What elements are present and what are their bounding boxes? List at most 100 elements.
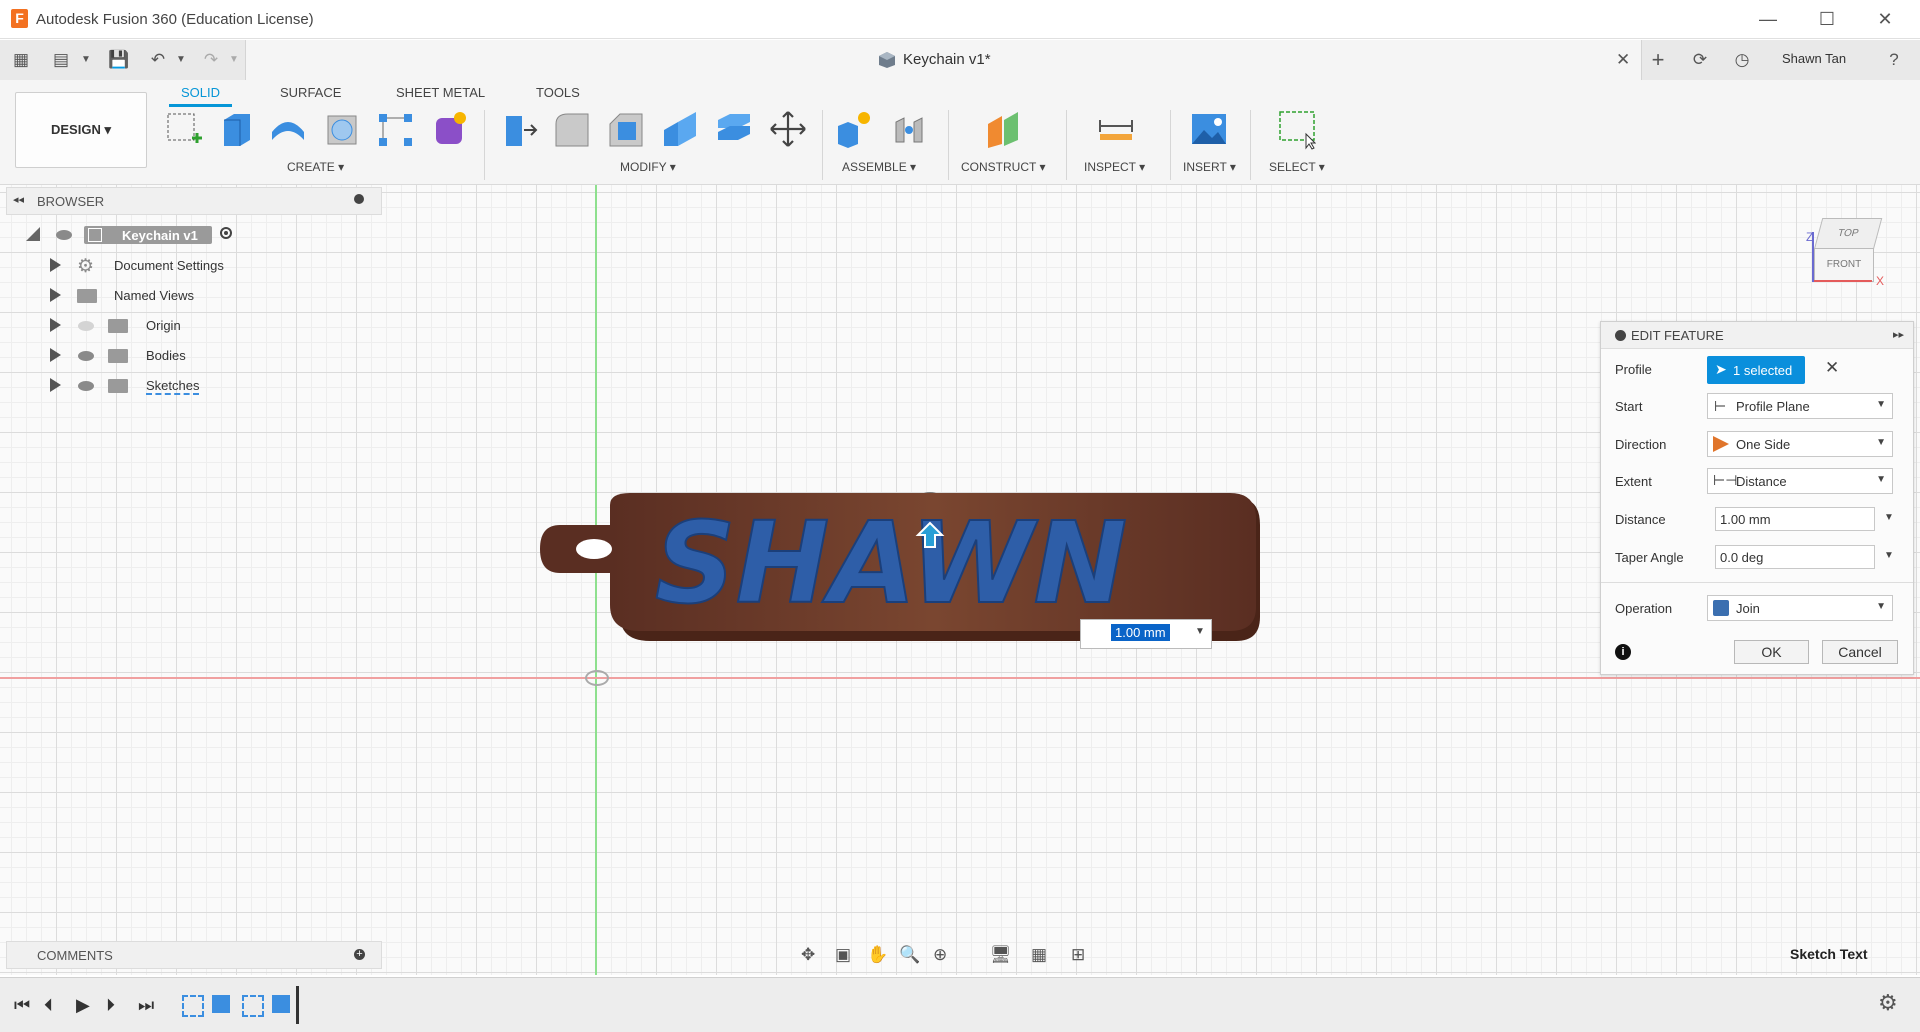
- tree-item-document-settings[interactable]: ⚙ Document Settings: [0, 254, 380, 278]
- chamfer-icon[interactable]: [606, 108, 644, 150]
- close-window-icon[interactable]: ✕: [1865, 6, 1905, 32]
- timeline-sketch-icon[interactable]: [182, 995, 204, 1017]
- fillet-icon[interactable]: [552, 108, 590, 150]
- data-panel-grid-icon[interactable]: ▦: [10, 49, 32, 71]
- hole-icon[interactable]: [322, 108, 360, 150]
- file-dropdown-icon[interactable]: ▼: [75, 49, 97, 71]
- tab-tools[interactable]: TOOLS: [536, 85, 580, 100]
- play-icon[interactable]: ▶: [76, 995, 90, 1016]
- last-step-icon[interactable]: ⏭: [138, 995, 154, 1016]
- redo-dropdown-icon[interactable]: ▼: [223, 49, 245, 71]
- tree-root[interactable]: Keychain v1: [0, 223, 380, 247]
- tab-sheet-metal[interactable]: SHEET METAL: [396, 85, 485, 100]
- add-comment-icon[interactable]: +: [354, 949, 365, 960]
- grid-settings-icon[interactable]: ▦: [1031, 945, 1047, 965]
- pan-icon[interactable]: ✋: [867, 945, 888, 965]
- distance-dimension-box[interactable]: 1.00 mm ▼: [1080, 619, 1212, 649]
- look-at-icon[interactable]: ▣: [835, 945, 851, 965]
- timeline-marker[interactable]: [296, 986, 299, 1024]
- gear-icon[interactable]: ⚙: [1878, 990, 1898, 1016]
- combine-icon[interactable]: [714, 108, 752, 150]
- collapse-panel-icon[interactable]: ◂◂: [13, 193, 24, 206]
- zoom-icon[interactable]: 🔍: [899, 945, 920, 965]
- timeline-sketch-icon[interactable]: [242, 995, 264, 1017]
- operation-dropdown[interactable]: Join ▼: [1707, 595, 1893, 621]
- cancel-button[interactable]: Cancel: [1822, 640, 1898, 664]
- help-icon[interactable]: ?: [1883, 49, 1905, 71]
- viewcube[interactable]: TOP FRONT X Z: [1806, 212, 1890, 292]
- measure-icon[interactable]: [1096, 108, 1134, 150]
- display-settings-icon[interactable]: 🖥: [990, 945, 1012, 965]
- tab-solid[interactable]: SOLID: [168, 85, 233, 107]
- insert-group-label[interactable]: INSERT ▾: [1183, 160, 1236, 174]
- select-group-label[interactable]: SELECT ▾: [1269, 160, 1325, 174]
- expand-dialog-icon[interactable]: ▸▸: [1893, 328, 1904, 341]
- extent-dropdown[interactable]: ⊢⊣ Distance ▼: [1707, 468, 1893, 494]
- expand-arrow-icon[interactable]: [50, 378, 61, 392]
- orbit-icon[interactable]: ✥: [801, 945, 815, 965]
- direction-dropdown[interactable]: One Side ▼: [1707, 431, 1893, 457]
- dimension-dropdown-icon[interactable]: ▼: [1195, 626, 1205, 637]
- create-sketch-icon[interactable]: [164, 108, 202, 150]
- hidden-eye-icon[interactable]: [78, 321, 94, 331]
- tree-item-sketches[interactable]: Sketches: [0, 374, 380, 398]
- new-tab-plus-icon[interactable]: +: [1647, 49, 1669, 71]
- ok-button[interactable]: OK: [1734, 640, 1809, 664]
- first-step-icon[interactable]: ⏮: [14, 995, 30, 1016]
- shell-icon[interactable]: [660, 108, 698, 150]
- distance-dropdown-icon[interactable]: ▼: [1884, 512, 1894, 523]
- file-menu-icon[interactable]: ▤: [50, 49, 72, 71]
- start-dropdown[interactable]: ⊢ Profile Plane ▼: [1707, 393, 1893, 419]
- new-component-icon[interactable]: [834, 108, 872, 150]
- create-group-label[interactable]: CREATE ▾: [287, 160, 344, 174]
- viewports-icon[interactable]: ⊞: [1071, 945, 1085, 965]
- tab-surface[interactable]: SURFACE: [280, 85, 341, 100]
- job-status-icon[interactable]: ◷: [1731, 49, 1753, 71]
- document-tab[interactable]: Keychain v1* ✕: [245, 40, 1642, 80]
- keychain-model[interactable]: SHAWN: [540, 465, 1260, 685]
- activate-radio-icon[interactable]: [220, 227, 232, 239]
- undo-dropdown-icon[interactable]: ▼: [170, 49, 192, 71]
- viewcube-front-face[interactable]: FRONT: [1814, 248, 1874, 282]
- visibility-eye-icon[interactable]: [78, 381, 94, 391]
- pattern-icon[interactable]: [376, 108, 414, 150]
- revolve-icon[interactable]: [268, 108, 306, 150]
- previous-step-icon[interactable]: ⏴: [44, 995, 53, 1016]
- window-select-icon[interactable]: [1278, 108, 1316, 150]
- tree-item-origin[interactable]: Origin: [0, 314, 380, 338]
- extrude-icon[interactable]: [216, 108, 254, 150]
- viewcube-top-face[interactable]: TOP: [1813, 218, 1883, 250]
- save-icon[interactable]: 💾: [108, 49, 130, 71]
- create-form-icon[interactable]: [430, 108, 468, 150]
- visibility-eye-icon[interactable]: [78, 351, 94, 361]
- press-pull-icon[interactable]: [500, 108, 538, 150]
- undo-icon[interactable]: ↶: [147, 49, 169, 71]
- visibility-eye-icon[interactable]: [56, 230, 72, 240]
- expand-arrow-icon[interactable]: [50, 348, 61, 362]
- dimension-input[interactable]: 1.00 mm: [1111, 624, 1170, 641]
- browser-minimize-icon[interactable]: [354, 194, 364, 204]
- redo-icon[interactable]: ↷: [200, 49, 222, 71]
- zoom-window-icon[interactable]: ⊕: [933, 945, 947, 965]
- offset-plane-icon[interactable]: [984, 108, 1022, 150]
- move-copy-icon[interactable]: [768, 108, 806, 150]
- minimize-icon[interactable]: —: [1748, 6, 1788, 32]
- workspace-switcher-button[interactable]: DESIGN ▾: [15, 92, 147, 168]
- modify-group-label[interactable]: MODIFY ▾: [620, 160, 676, 174]
- expand-arrow-icon[interactable]: [50, 318, 61, 332]
- clear-selection-icon[interactable]: ✕: [1825, 358, 1839, 378]
- next-step-icon[interactable]: ⏵: [106, 995, 115, 1016]
- dialog-minimize-icon[interactable]: [1615, 330, 1626, 341]
- distance-input[interactable]: 1.00 mm: [1715, 507, 1875, 531]
- expand-arrow-icon[interactable]: [50, 288, 61, 302]
- taper-dropdown-icon[interactable]: ▼: [1884, 550, 1894, 561]
- taper-angle-input[interactable]: 0.0 deg: [1715, 545, 1875, 569]
- collapse-triangle-icon[interactable]: [26, 227, 40, 241]
- insert-image-icon[interactable]: [1190, 108, 1228, 150]
- profile-selection-button[interactable]: ➤ 1 selected: [1707, 356, 1805, 384]
- extensions-icon[interactable]: ⟳: [1689, 49, 1711, 71]
- inspect-group-label[interactable]: INSPECT ▾: [1084, 160, 1145, 174]
- construct-group-label[interactable]: CONSTRUCT ▾: [961, 160, 1045, 174]
- joint-icon[interactable]: [890, 108, 928, 150]
- tree-item-bodies[interactable]: Bodies: [0, 344, 380, 368]
